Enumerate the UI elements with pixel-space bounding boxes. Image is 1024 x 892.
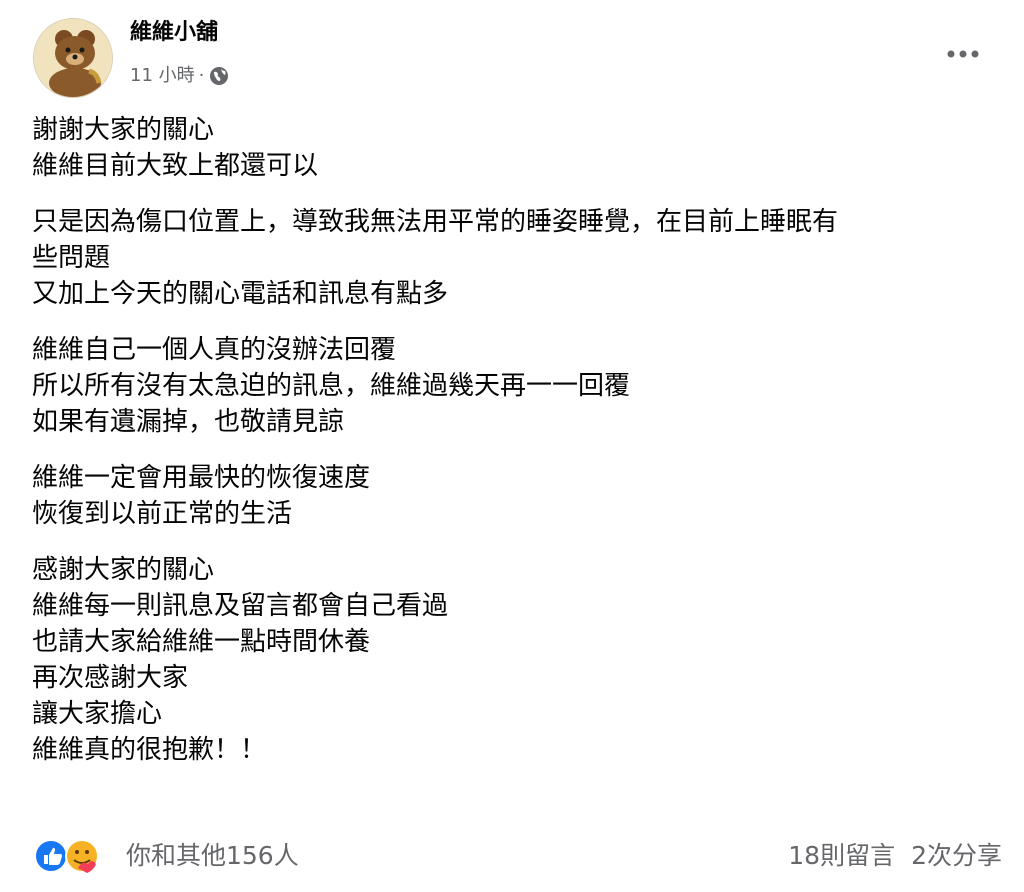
post-text-line: 也請大家給維維一點時間休養 — [32, 627, 371, 657]
post-text-line: 所以所有沒有太急迫的訊息，維維過幾天再一一回覆 — [32, 371, 631, 401]
post-text-line: 再次感謝大家 — [32, 663, 189, 693]
post-paragraph: 維維自己一個人真的沒辦法回覆所以所有沒有太急迫的訊息，維維過幾天再一一回覆 如果有… — [32, 332, 1007, 440]
post-paragraph: 感謝大家的關心維維每一則訊息及留言都會自己看過 也請大家給維維一點時間休養 再次感謝… — [32, 552, 1007, 768]
post-text-line: 維維目前大致上都還可以 — [32, 151, 319, 181]
reaction-icons[interactable] — [34, 838, 112, 874]
page-avatar[interactable] — [33, 18, 113, 98]
post-text-line: 如果有遺漏掉，也敬請見諒 — [32, 407, 345, 437]
post-text-line: 恢復到以前正常的生活 — [32, 499, 293, 529]
more-horizontal-icon — [947, 50, 979, 58]
post-body: 謝謝大家的關心維維目前大致上都還可以只是因為傷口位置上，導致我無法用平常的睡姿睡… — [32, 112, 1007, 788]
bear-logo-icon — [34, 19, 112, 97]
post-text-line: 謝謝大家的關心 — [32, 115, 215, 145]
post-meta: 11 小時 · — [130, 62, 230, 90]
share-count[interactable]: 2次分享 — [911, 838, 1002, 874]
post-footer: 你和其他156人 18則留言 2次分享 — [0, 830, 1024, 880]
meta-separator: · — [198, 65, 205, 86]
post-text-line: 維維一定會用最快的恢復速度 — [32, 463, 371, 493]
post-text-line: 些問題 — [32, 243, 111, 273]
post-header: 維維小舖 11 小時 · — [0, 0, 1024, 110]
post-paragraph: 只是因為傷口位置上，導致我無法用平常的睡姿睡覺，在目前上睡眠有 些問題又加上今天的… — [32, 204, 1007, 312]
post-text-line: 只是因為傷口位置上，導致我無法用平常的睡姿睡覺，在目前上睡眠有 — [32, 207, 839, 237]
reaction-count[interactable]: 你和其他156人 — [126, 838, 299, 874]
post-time[interactable]: 11 小時 — [130, 62, 195, 90]
post-paragraph: 維維一定會用最快的恢復速度 恢復到以前正常的生活 — [32, 460, 1007, 532]
post-text-line: 感謝大家的關心 — [32, 555, 215, 585]
globe-icon[interactable] — [208, 65, 230, 87]
post-text-line: 又加上今天的關心電話和訊息有點多 — [32, 279, 449, 309]
comment-count[interactable]: 18則留言 — [788, 838, 895, 874]
engagement-counts: 18則留言 2次分享 — [788, 838, 1002, 874]
post-text-line: 維維每一則訊息及留言都會自己看過 — [32, 591, 449, 621]
like-icon — [34, 839, 68, 873]
care-icon — [65, 839, 99, 873]
post-paragraph: 謝謝大家的關心維維目前大致上都還可以 — [32, 112, 1007, 184]
post-text-line: 維維自己一個人真的沒辦法回覆 — [32, 335, 397, 365]
more-options-button[interactable] — [940, 36, 986, 72]
post-text-line: 讓大家擔心 — [32, 699, 163, 729]
post-text-line: 維維真的很抱歉！！ — [32, 735, 267, 765]
author-name[interactable]: 維維小舖 — [130, 18, 218, 48]
